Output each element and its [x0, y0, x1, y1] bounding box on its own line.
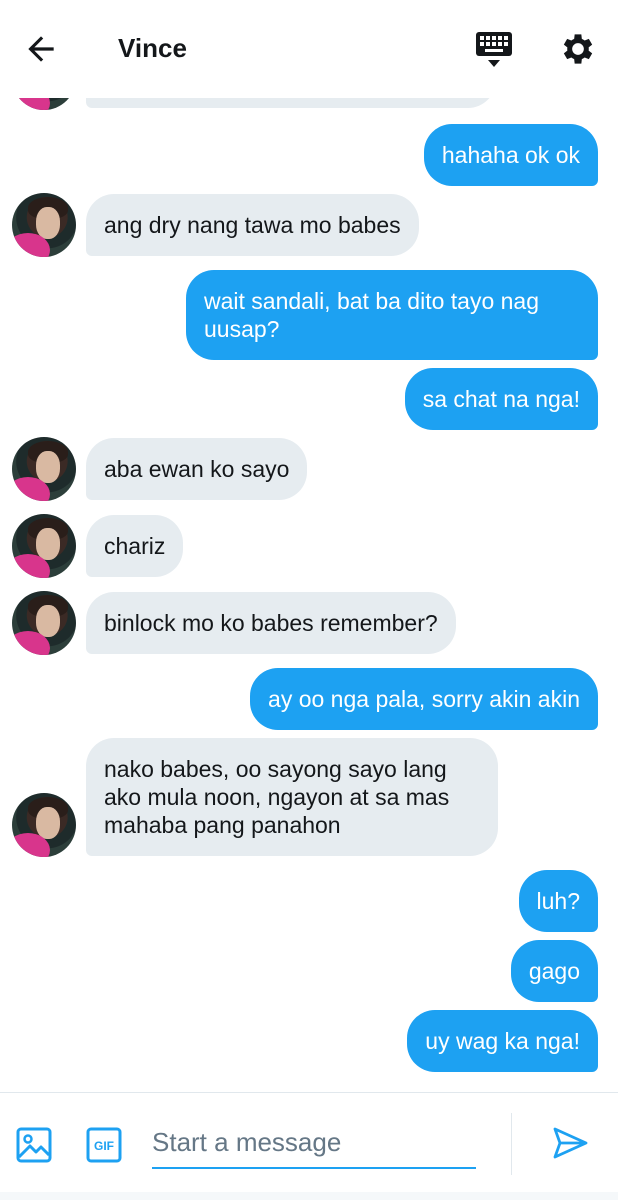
add-gif-button[interactable]: GIF — [84, 1125, 124, 1165]
send-icon — [553, 1127, 588, 1159]
message-bubble-outgoing[interactable]: ay oo nga pala, sorry akin akin — [250, 668, 598, 730]
settings-button[interactable] — [558, 29, 598, 69]
message-bubble-incoming[interactable]: ang dry nang tawa mo babes — [86, 194, 419, 256]
message-bubble-incoming[interactable]: nako babes, oo sayong sayo lang ako mula… — [86, 738, 498, 856]
avatar[interactable] — [12, 591, 76, 655]
back-button[interactable] — [22, 30, 60, 68]
message-thread[interactable]: hahaha ok ok ang dry nang tawa mo babes … — [0, 0, 618, 1092]
message-bubble-outgoing[interactable]: uy wag ka nga! — [407, 1010, 598, 1072]
message-bubble-incoming[interactable]: aba ewan ko sayo — [86, 438, 308, 500]
message-bubble-outgoing[interactable]: hahaha ok ok — [423, 124, 598, 186]
avatar[interactable] — [12, 193, 76, 257]
avatar[interactable] — [12, 514, 76, 578]
keyboard-button[interactable] — [474, 30, 514, 70]
avatar[interactable] — [12, 437, 76, 501]
message-bubble-incoming[interactable]: binlock mo ko babes remember? — [86, 592, 456, 654]
message-bubble-outgoing[interactable]: wait sandali, bat ba dito tayo nag uusap… — [186, 270, 598, 360]
message-bubble-outgoing[interactable]: luh? — [518, 870, 598, 932]
message-bubble-incoming[interactable]: chariz — [86, 515, 184, 577]
bottom-strip — [0, 1192, 618, 1200]
gif-label: GIF — [94, 1139, 114, 1153]
message-composer: GIF — [0, 1092, 618, 1200]
message-bubble-outgoing[interactable]: gago — [510, 940, 598, 1002]
send-button[interactable] — [550, 1123, 590, 1163]
message-bubble-outgoing[interactable]: sa chat na nga! — [404, 368, 598, 430]
conversation-title[interactable]: Vince — [118, 33, 187, 64]
conversation-header: Vince — [0, 0, 618, 98]
divider — [511, 1113, 512, 1175]
gear-icon — [563, 34, 593, 64]
avatar[interactable] — [12, 793, 76, 857]
image-icon — [16, 1127, 52, 1163]
arrow-left-icon — [28, 36, 54, 62]
keyboard-icon — [476, 32, 512, 67]
message-input[interactable] — [152, 1117, 476, 1169]
add-image-button[interactable] — [14, 1125, 54, 1165]
gif-icon: GIF — [86, 1127, 122, 1163]
